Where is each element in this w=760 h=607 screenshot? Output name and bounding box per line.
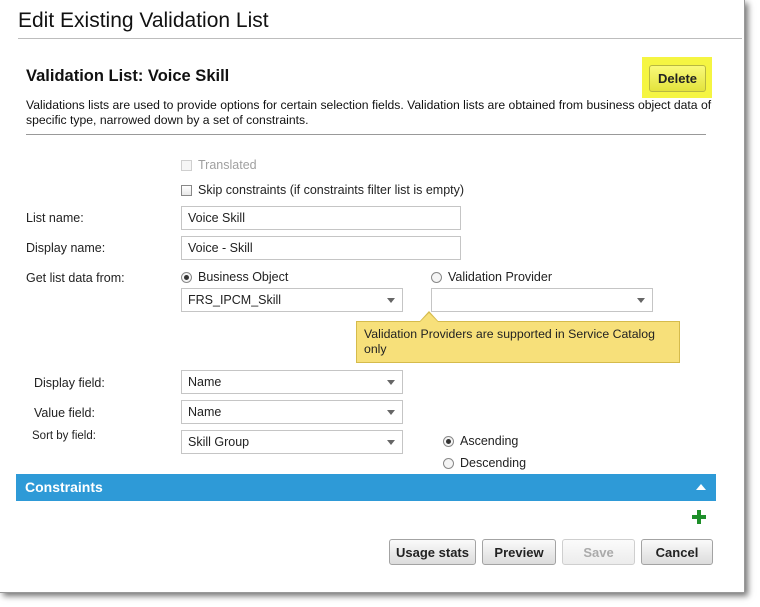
preview-button[interactable]: Preview — [482, 539, 556, 565]
list-name-label: List name: — [26, 211, 84, 225]
constraints-title: Constraints — [25, 479, 103, 495]
dialog-title: Edit Existing Validation List — [18, 9, 269, 32]
display-name-input[interactable]: Voice - Skill — [181, 236, 461, 260]
descending-radio-row[interactable]: Descending — [443, 456, 526, 470]
ascending-radio-row[interactable]: Ascending — [443, 434, 518, 448]
descending-label: Descending — [460, 456, 527, 470]
translated-checkbox-row: Translated — [181, 158, 257, 172]
validation-provider-radio[interactable] — [431, 271, 442, 283]
title-divider — [18, 38, 742, 39]
chevron-down-icon — [637, 298, 645, 303]
sort-by-field-value: Skill Group — [188, 435, 250, 449]
get-list-data-label: Get list data from: — [26, 271, 125, 285]
value-field-value: Name — [188, 405, 222, 419]
cancel-button[interactable]: Cancel — [641, 539, 713, 565]
skip-constraints-label: Skip constraints (if constraints filter … — [198, 183, 465, 197]
chevron-down-icon — [387, 380, 395, 385]
plus-icon[interactable] — [691, 509, 707, 525]
business-object-select[interactable]: FRS_IPCM_Skill — [181, 288, 403, 312]
usage-stats-button[interactable]: Usage stats — [389, 539, 476, 565]
sort-by-field-label: Sort by field: — [32, 430, 96, 442]
display-field-label: Display field: — [34, 376, 105, 390]
save-button[interactable]: Save — [562, 539, 635, 565]
ascending-label: Ascending — [460, 434, 519, 448]
description-text: Validations lists are used to provide op… — [26, 98, 712, 127]
validation-provider-radio-row[interactable]: Validation Provider — [431, 270, 552, 284]
chevron-up-icon[interactable] — [696, 484, 706, 490]
business-object-label: Business Object — [198, 270, 289, 284]
display-field-value: Name — [188, 375, 222, 389]
skip-constraints-checkbox[interactable] — [181, 184, 192, 196]
sort-by-field-select[interactable]: Skill Group — [181, 430, 403, 454]
descending-radio[interactable] — [443, 457, 454, 469]
chevron-down-icon — [387, 440, 395, 445]
value-field-select[interactable]: Name — [181, 400, 403, 424]
validation-provider-label: Validation Provider — [448, 270, 552, 284]
chevron-down-icon — [387, 298, 395, 303]
business-object-radio[interactable] — [181, 271, 192, 283]
display-name-label: Display name: — [26, 241, 106, 255]
description-divider — [26, 134, 706, 135]
chevron-down-icon — [387, 410, 395, 415]
display-field-select[interactable]: Name — [181, 370, 403, 394]
validation-provider-select[interactable] — [431, 288, 653, 312]
constraints-header[interactable]: Constraints — [16, 474, 716, 501]
validation-list-heading: Validation List: Voice Skill — [26, 67, 230, 85]
edit-validation-list-dialog: Edit Existing Validation List Validation… — [0, 0, 745, 593]
tooltip-pointer-fill — [420, 313, 438, 322]
list-name-input[interactable]: Voice Skill — [181, 206, 461, 230]
business-object-value: FRS_IPCM_Skill — [188, 293, 282, 307]
value-field-label: Value field: — [34, 406, 95, 420]
ascending-radio[interactable] — [443, 435, 454, 447]
translated-label: Translated — [198, 158, 257, 172]
delete-button[interactable]: Delete — [649, 65, 706, 92]
translated-checkbox — [181, 159, 192, 171]
business-object-radio-row[interactable]: Business Object — [181, 270, 288, 284]
validation-provider-tooltip: Validation Providers are supported in Se… — [356, 321, 680, 363]
skip-constraints-row[interactable]: Skip constraints (if constraints filter … — [181, 183, 464, 197]
